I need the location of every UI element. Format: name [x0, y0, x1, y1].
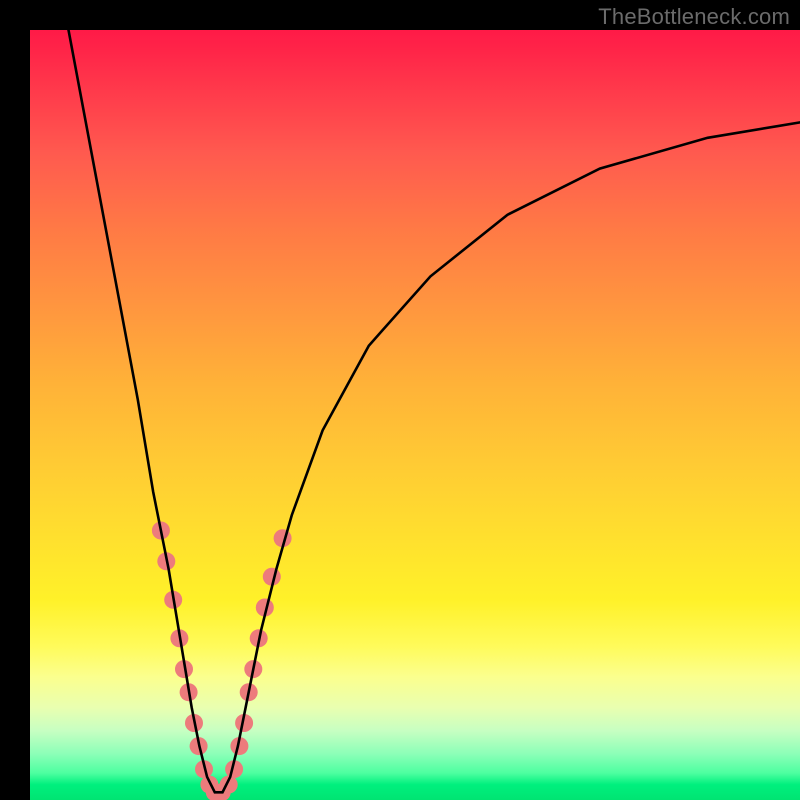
curve-layer [30, 30, 800, 800]
chart-frame: TheBottleneck.com [0, 0, 800, 800]
watermark-text: TheBottleneck.com [598, 4, 790, 30]
marker-group [152, 522, 292, 800]
bottleneck-curve [69, 30, 800, 792]
plot-area [30, 30, 800, 800]
